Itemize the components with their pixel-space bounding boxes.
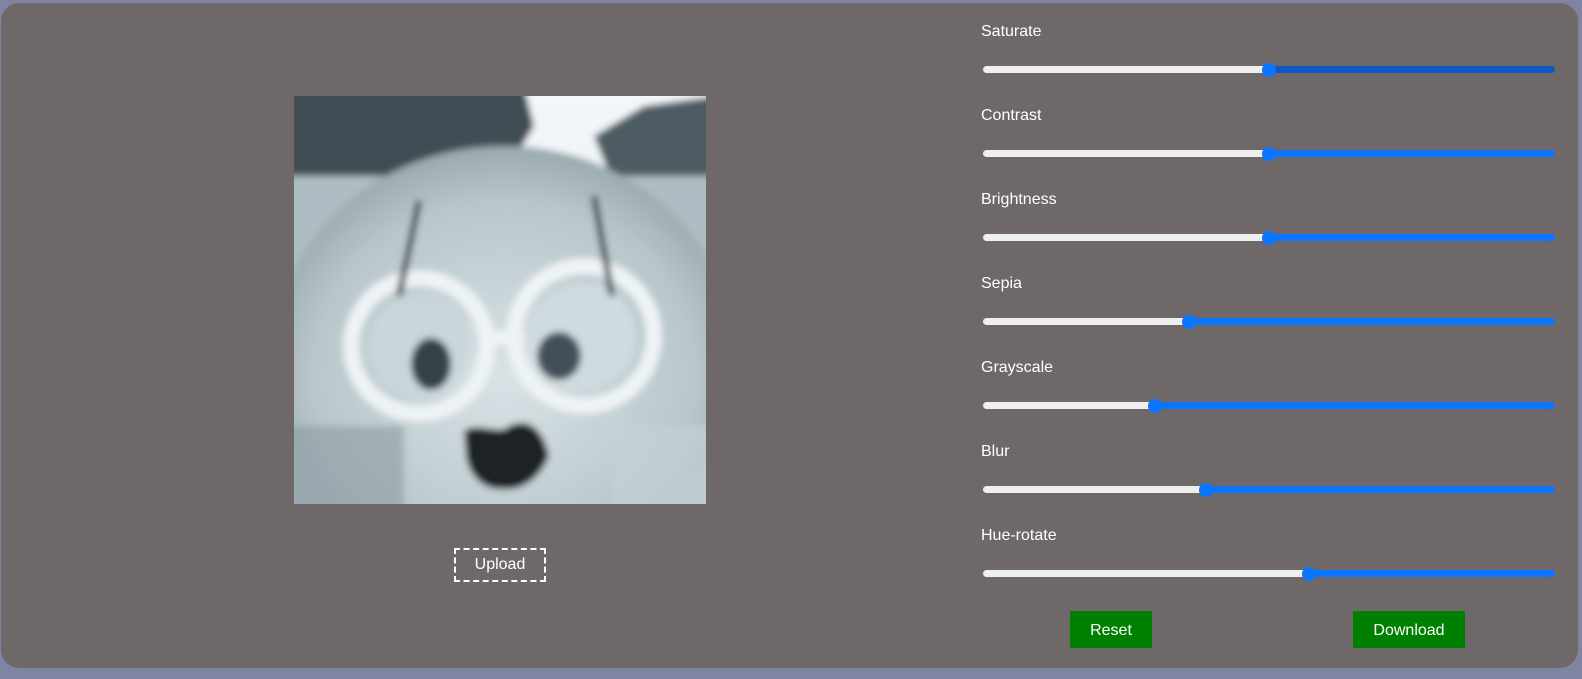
sepia-slider[interactable] xyxy=(983,315,1555,329)
contrast-label: Contrast xyxy=(981,107,1042,124)
saturate-slider[interactable] xyxy=(983,63,1555,77)
control-saturate: Saturate xyxy=(981,22,1555,106)
control-brightness: Brightness xyxy=(981,190,1555,274)
brightness-slider-thumb[interactable] xyxy=(1262,231,1276,245)
control-blur: Blur xyxy=(981,442,1555,526)
blur-label: Blur xyxy=(981,443,1010,460)
brightness-label: Brightness xyxy=(981,191,1057,208)
sepia-label: Sepia xyxy=(981,275,1022,292)
brightness-slider[interactable] xyxy=(983,231,1555,245)
grayscale-slider-thumb[interactable] xyxy=(1147,399,1162,413)
blur-slider[interactable] xyxy=(983,483,1555,497)
grayscale-slider[interactable] xyxy=(983,399,1555,413)
grayscale-label: Grayscale xyxy=(981,359,1054,376)
control-sepia: Sepia xyxy=(981,274,1555,358)
hue-rotate-slider-thumb[interactable] xyxy=(1302,567,1317,581)
saturate-slider-thumb[interactable] xyxy=(1262,63,1276,77)
contrast-slider[interactable] xyxy=(983,147,1555,161)
image-preview xyxy=(294,96,706,504)
control-grayscale: Grayscale xyxy=(981,358,1555,442)
hue-rotate-label: Hue-rotate xyxy=(981,527,1057,544)
hue-rotate-slider[interactable] xyxy=(983,567,1555,581)
upload-button[interactable]: Upload xyxy=(454,548,546,582)
control-hue-rotate: Hue-rotate xyxy=(981,526,1555,610)
sepia-slider-thumb[interactable] xyxy=(1181,315,1196,329)
reset-button[interactable]: Reset xyxy=(1070,611,1152,648)
contrast-slider-thumb[interactable] xyxy=(1262,147,1276,161)
saturate-label: Saturate xyxy=(981,23,1042,40)
download-button[interactable]: Download xyxy=(1353,611,1465,648)
control-contrast: Contrast xyxy=(981,106,1555,190)
preview-photo xyxy=(294,96,706,504)
filter-controls: Saturate Contrast Brightness Sepia Grays… xyxy=(981,22,1555,610)
blur-slider-thumb[interactable] xyxy=(1199,483,1214,497)
